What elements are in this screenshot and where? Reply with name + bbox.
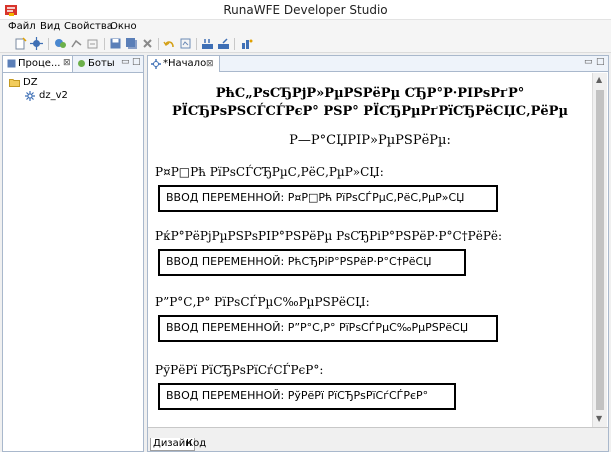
refresh-icon[interactable] (86, 37, 99, 50)
visit-date-input[interactable]: ВВОД ПЕРЕМЕННОЙ: Р”Р°С‚Р° РїРѕСЃРµС‰РµРЅ… (158, 315, 498, 342)
menu-properties[interactable]: Свойства (64, 21, 113, 32)
tab-bots[interactable]: Боты (75, 56, 119, 72)
menu-window[interactable]: Окно (110, 21, 137, 32)
new-project-icon[interactable] (14, 37, 27, 50)
vertical-scrollbar[interactable]: ▲ ▼ (592, 73, 607, 427)
form-canvas[interactable]: РћС„РѕСЂРјР»РµРЅРёРµ СЂР°Р·РІРѕРґР° РЇСЂ… (148, 73, 592, 427)
import-icon[interactable] (54, 37, 67, 50)
tab-bots-label: Боты (88, 58, 115, 69)
window-title: RunaWFE Developer Studio (223, 3, 388, 17)
toolbar-separator (104, 38, 105, 50)
field-label-pass-type: РўРёРї РїСЂРѕРїСѓСЃРєР°: (155, 363, 324, 377)
visitor-name-input[interactable]: ВВОД ПЕРЕМЕННОЙ: Р¤Р□Рћ РїРѕСЃРµС‚РёС‚Рµ… (158, 185, 498, 212)
form-subtitle: Р—Р°СЏРІР»РµРЅРёРµ: (289, 133, 451, 148)
delete-icon[interactable] (141, 37, 154, 50)
tab-processes-label: Проце... (18, 58, 61, 69)
menu-file[interactable]: Файл (8, 21, 36, 32)
minimize-icon[interactable]: ▭ (584, 57, 593, 67)
connect-icon[interactable] (70, 37, 83, 50)
close-icon[interactable]: ⊠ (206, 57, 214, 72)
form-editor: *Начало ⊠ ▭ □ РћС„РѕСЂРјР»РµРЅРёРµ СЂР°Р… (147, 55, 609, 452)
form-icon (151, 59, 161, 69)
menu-view[interactable]: Вид (40, 21, 60, 32)
maximize-icon[interactable]: □ (596, 57, 605, 67)
scroll-thumb[interactable] (596, 90, 604, 410)
tree-item-label: DZ (23, 77, 38, 88)
explorer-panel: Проце... ⊠ Боты ▭ □ DZ dz_v2 (2, 55, 144, 452)
new-process-icon[interactable] (30, 37, 43, 50)
minimize-icon[interactable]: ▭ (121, 57, 130, 67)
scroll-up-icon[interactable]: ▲ (596, 75, 602, 84)
field-label-visit-date: Р”Р°С‚Р° РїРѕСЃРµС‰РµРЅРёСЏ: (155, 295, 370, 309)
editor-tabs: *Начало ⊠ ▭ □ (148, 56, 608, 72)
toolbar-separator (196, 38, 197, 50)
tab-start-form-label: *Начало (163, 58, 207, 69)
window-titlebar: RunaWFE Developer Studio (0, 0, 611, 20)
toolbar-separator (158, 38, 159, 50)
save-icon[interactable] (109, 37, 122, 50)
editor-mode-tabs: Дизайн Код (148, 427, 608, 451)
bot-station-icon[interactable] (240, 37, 253, 50)
form-title-line-1: РћС„РѕСЂРјР»РµРЅРёРµ СЂР°Р·РІРѕРґР° (215, 86, 525, 101)
menu-bar: Файл Вид Свойства Окно (0, 20, 611, 35)
toolbar-separator (234, 38, 235, 50)
tab-start-form[interactable]: *Начало ⊠ (148, 56, 220, 72)
maximize-icon[interactable]: □ (132, 57, 141, 67)
tab-code[interactable]: Код (184, 438, 208, 451)
pass-type-input[interactable]: ВВОД ПЕРЕМЕННОЙ: РўРёРї РїСЂРѕРїСѓСЃРєР° (158, 383, 456, 410)
save-all-icon[interactable] (125, 37, 138, 50)
close-icon[interactable]: ⊠ (63, 56, 71, 71)
undo-icon[interactable] (163, 37, 176, 50)
bots-icon (78, 60, 85, 67)
tree-item-label: dz_v2 (39, 90, 68, 101)
explorer-tabs: Проце... ⊠ Боты ▭ □ (3, 56, 143, 73)
processes-icon (7, 59, 16, 68)
field-label-organization: РќР°РёРјРµРЅРѕРІР°РЅРёРµ РѕСЂРіР°РЅРёР·Р… (155, 229, 503, 243)
deploy-icon[interactable] (217, 37, 230, 50)
tab-processes[interactable]: Проце... ⊠ (3, 56, 73, 72)
main-toolbar (0, 35, 611, 53)
field-label-visitor-name: Р¤Р□Рћ РїРѕСЃСЂРµС‚РёС‚РµР»СЏ: (155, 165, 384, 179)
toolbar-separator (48, 38, 49, 50)
redo-icon[interactable] (179, 37, 192, 50)
organization-input[interactable]: ВВОД ПЕРЕМЕННОЙ: РћСЂРіР°РЅРёР·Р°С†РёСЏ (158, 249, 466, 276)
export-par-icon[interactable] (201, 37, 214, 50)
process-definition-icon (25, 91, 35, 101)
folder-icon (9, 79, 20, 87)
form-title-line-2: РЇСЂРѕРЅСЃСЃРєР° РЅР° РЇСЂРµРґРїСЂРёСЏС‚… (172, 104, 568, 119)
scroll-down-icon[interactable]: ▼ (596, 414, 602, 423)
